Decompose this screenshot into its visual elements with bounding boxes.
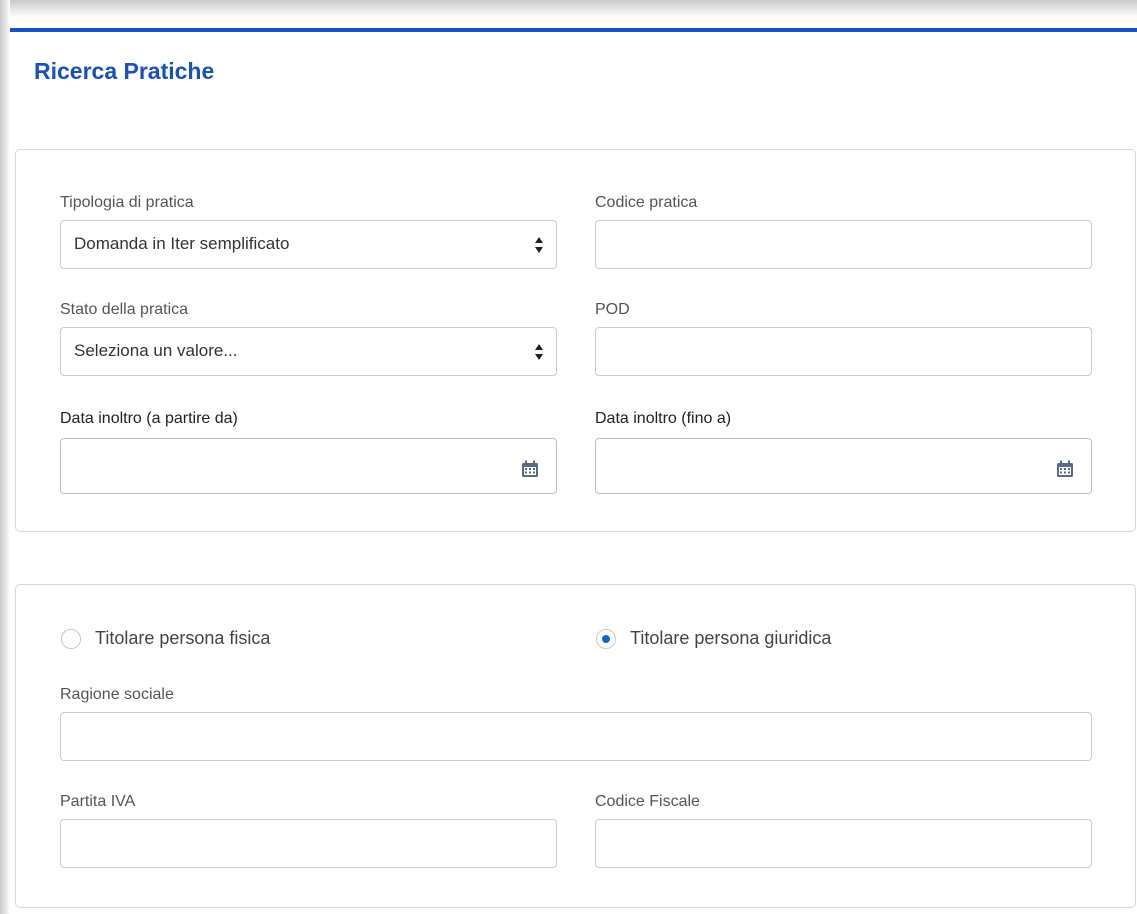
radio-persona-fisica[interactable]: Titolare persona fisica bbox=[61, 628, 270, 649]
search-filters-card: Tipologia di pratica Domanda in Iter sem… bbox=[15, 149, 1136, 532]
window-shadow-left bbox=[0, 0, 10, 914]
pod-label: POD bbox=[595, 301, 630, 318]
window: Ricerca Pratiche Tipologia di pratica Do… bbox=[0, 0, 1137, 914]
codice-pratica-label: Codice pratica bbox=[595, 194, 698, 211]
stato-select[interactable]: Seleziona un valore... bbox=[60, 327, 557, 376]
ragione-sociale-input[interactable] bbox=[60, 712, 1092, 761]
codice-pratica-input[interactable] bbox=[595, 220, 1092, 269]
data-da-label: Data inoltro (a partire da) bbox=[60, 410, 238, 427]
calendar-icon[interactable] bbox=[520, 459, 540, 479]
codice-fiscale-label: Codice Fiscale bbox=[595, 793, 700, 810]
partita-iva-label: Partita IVA bbox=[60, 793, 136, 810]
owner-card: Titolare persona fisica Titolare persona… bbox=[15, 584, 1136, 908]
ragione-sociale-label: Ragione sociale bbox=[60, 686, 174, 703]
accent-bar bbox=[10, 28, 1137, 32]
data-da-input[interactable] bbox=[60, 438, 557, 494]
pod-input[interactable] bbox=[595, 327, 1092, 376]
radio-persona-giuridica-label: Titolare persona giuridica bbox=[630, 628, 832, 648]
stato-value: Seleziona un valore... bbox=[74, 341, 238, 360]
codice-fiscale-input[interactable] bbox=[595, 819, 1092, 868]
tipologia-label: Tipologia di pratica bbox=[60, 194, 194, 211]
partita-iva-input[interactable] bbox=[60, 819, 557, 868]
page-title: Ricerca Pratiche bbox=[34, 58, 215, 84]
radio-persona-fisica-label: Titolare persona fisica bbox=[95, 628, 271, 648]
window-shadow-top bbox=[0, 0, 1137, 18]
stato-label: Stato della pratica bbox=[60, 301, 189, 318]
calendar-icon[interactable] bbox=[1055, 459, 1075, 479]
tipologia-value: Domanda in Iter semplificato bbox=[74, 234, 290, 253]
data-a-label: Data inoltro (fino a) bbox=[595, 410, 732, 427]
select-arrows-icon bbox=[535, 237, 543, 253]
radio-persona-giuridica[interactable]: Titolare persona giuridica bbox=[596, 628, 831, 649]
tipologia-select[interactable]: Domanda in Iter semplificato bbox=[60, 220, 557, 269]
radio-button[interactable] bbox=[61, 628, 81, 649]
select-arrows-icon bbox=[535, 344, 543, 360]
data-a-input[interactable] bbox=[595, 438, 1092, 494]
radio-button-selected[interactable] bbox=[596, 628, 616, 649]
